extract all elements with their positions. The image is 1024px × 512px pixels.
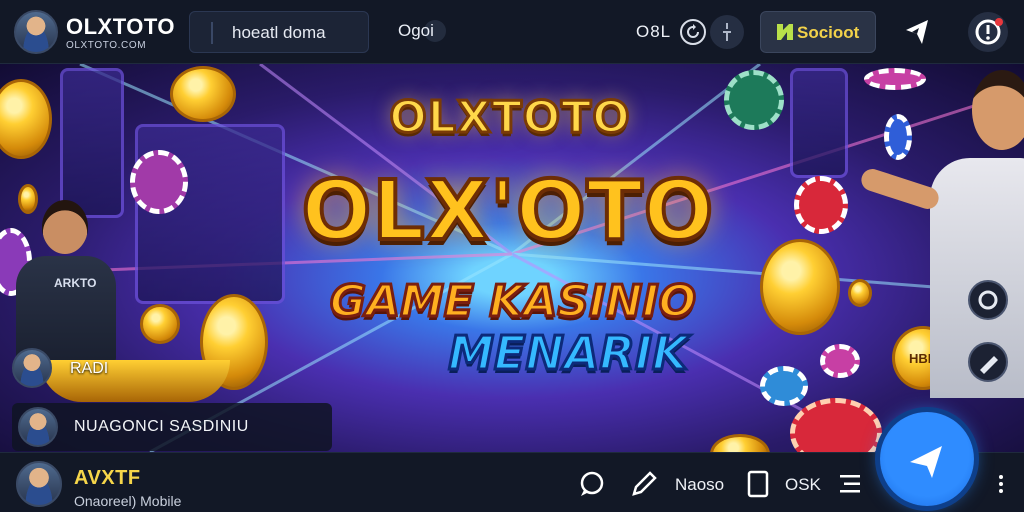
poker-chip bbox=[820, 344, 860, 378]
slot-panel-right bbox=[790, 68, 848, 178]
logo-top-text: OLXTOTO bbox=[388, 91, 631, 145]
poker-chip bbox=[724, 70, 784, 130]
user-status: Onaoreel) Mobile bbox=[74, 493, 182, 509]
logo-sub-text: MENARIK bbox=[447, 325, 689, 382]
user-name[interactable]: AVXTF bbox=[74, 467, 141, 490]
logo-game-text: GAME KASINIO bbox=[328, 275, 697, 329]
edit-icon bbox=[980, 356, 998, 374]
search-cursor-bar bbox=[211, 22, 213, 44]
hero-banner[interactable]: HBRO ARKTO OLXTOTO OLX'OTO GAME KASINIO … bbox=[0, 64, 1024, 452]
gold-coin bbox=[760, 239, 840, 335]
top-bar: OLXTOTO OLXTOTO.COM hoeatl doma Ogoi O8L… bbox=[0, 0, 1024, 64]
winner-card[interactable]: NUAGONCI SASDINIU bbox=[12, 403, 332, 451]
search-field[interactable]: hoeatl doma bbox=[189, 11, 369, 53]
mid-label[interactable]: Ogoi bbox=[398, 21, 434, 41]
winner-avatar bbox=[18, 407, 58, 447]
brand-avatar[interactable] bbox=[14, 10, 58, 54]
refresh-icon[interactable] bbox=[680, 19, 706, 45]
pen-icon[interactable] bbox=[630, 470, 658, 498]
logo-main-text: OLX'OTO bbox=[300, 162, 716, 261]
send-fab-button[interactable] bbox=[880, 412, 974, 506]
brand-title[interactable]: OLXTOTO bbox=[66, 14, 175, 40]
send-icon bbox=[910, 446, 942, 478]
gold-coin bbox=[848, 279, 872, 307]
social-button-label: Socioot bbox=[797, 23, 860, 42]
poker-chip bbox=[760, 366, 808, 406]
star-icon bbox=[777, 24, 793, 40]
player-avatar bbox=[12, 348, 52, 388]
share-icon[interactable] bbox=[902, 16, 934, 48]
brand-subtitle: OLXTOTO.COM bbox=[66, 40, 147, 51]
dealer-badge: ARKTO bbox=[54, 276, 97, 290]
nav-label-osk[interactable]: OSK bbox=[785, 475, 821, 495]
info-icon[interactable] bbox=[710, 15, 744, 49]
coin-bowl bbox=[40, 360, 230, 402]
alert-icon[interactable] bbox=[968, 12, 1008, 52]
code-label: O8L bbox=[636, 22, 672, 41]
menu-icon[interactable] bbox=[836, 470, 864, 498]
bottom-bar: AVXTF Onaoreel) Mobile Naoso OSK bbox=[0, 452, 1024, 512]
more-icon[interactable] bbox=[997, 474, 1005, 494]
gear-icon bbox=[978, 290, 998, 310]
poker-chip bbox=[794, 176, 848, 234]
winner-card-label: NUAGONCI SASDINIU bbox=[74, 418, 249, 435]
search-value: hoeatl doma bbox=[232, 23, 326, 42]
edit-side-button[interactable] bbox=[968, 342, 1008, 382]
tablet-icon[interactable] bbox=[744, 470, 772, 498]
player-tag-label: RADI bbox=[70, 360, 109, 377]
user-avatar[interactable] bbox=[16, 461, 62, 507]
social-button[interactable]: Socioot bbox=[760, 11, 876, 53]
poker-chip bbox=[130, 150, 188, 214]
dealer-figure: ARKTO bbox=[10, 194, 120, 364]
chat-icon[interactable] bbox=[578, 470, 606, 498]
gold-coin bbox=[170, 66, 236, 122]
side-action-button[interactable] bbox=[968, 280, 1008, 320]
nav-label-naoso[interactable]: Naoso bbox=[675, 475, 724, 495]
gold-coin bbox=[140, 304, 180, 344]
